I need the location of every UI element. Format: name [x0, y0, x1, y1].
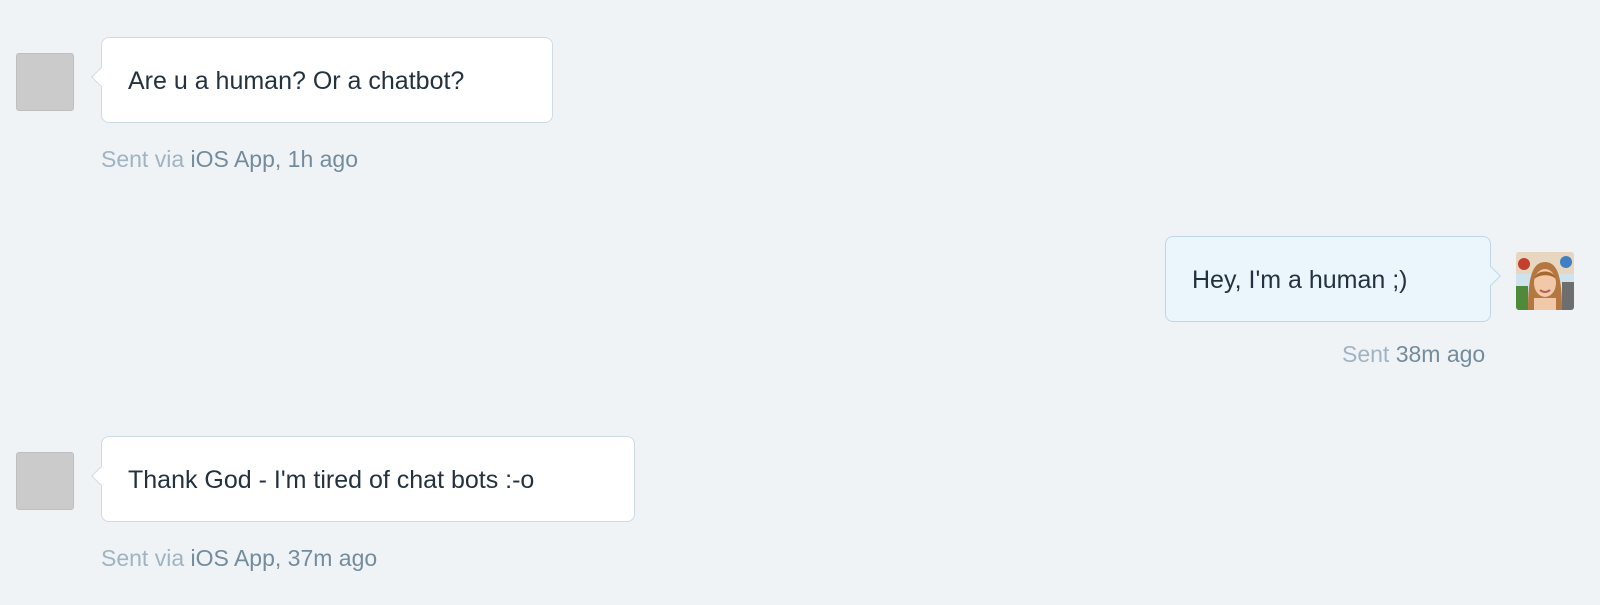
meta-time: 38m ago	[1395, 341, 1486, 367]
meta-time: , 37m ago	[274, 545, 378, 571]
contact-avatar[interactable]	[16, 452, 74, 510]
bubble-tail	[1481, 266, 1501, 286]
message-text: Are u a human? Or a chatbot?	[128, 67, 465, 95]
message-bubble-own: Hey, I'm a human ;)	[1165, 236, 1501, 322]
avatar-photo	[1516, 252, 1574, 310]
meta-time: , 1h ago	[274, 146, 359, 172]
message-meta: Sent via iOS App, 1h ago	[101, 146, 358, 173]
message-bubble: Are u a human? Or a chatbot?	[91, 37, 553, 123]
message-bubble: Thank God - I'm tired of chat bots :-o	[91, 436, 635, 522]
meta-source: iOS App	[190, 146, 275, 172]
meta-prefix: Sent via	[101, 545, 191, 571]
meta-prefix: Sent	[1342, 341, 1396, 367]
bubble-tail	[91, 67, 111, 87]
bubble-tail	[91, 466, 111, 486]
message-text: Thank God - I'm tired of chat bots :-o	[128, 466, 535, 494]
message-meta: Sent via iOS App, 37m ago	[101, 545, 377, 572]
message-meta: Sent 38m ago	[1342, 341, 1485, 368]
meta-prefix: Sent via	[101, 146, 191, 172]
meta-source: iOS App	[190, 545, 275, 571]
message-text: Hey, I'm a human ;)	[1192, 266, 1408, 294]
contact-avatar[interactable]	[16, 53, 74, 111]
agent-avatar[interactable]	[1516, 252, 1574, 310]
